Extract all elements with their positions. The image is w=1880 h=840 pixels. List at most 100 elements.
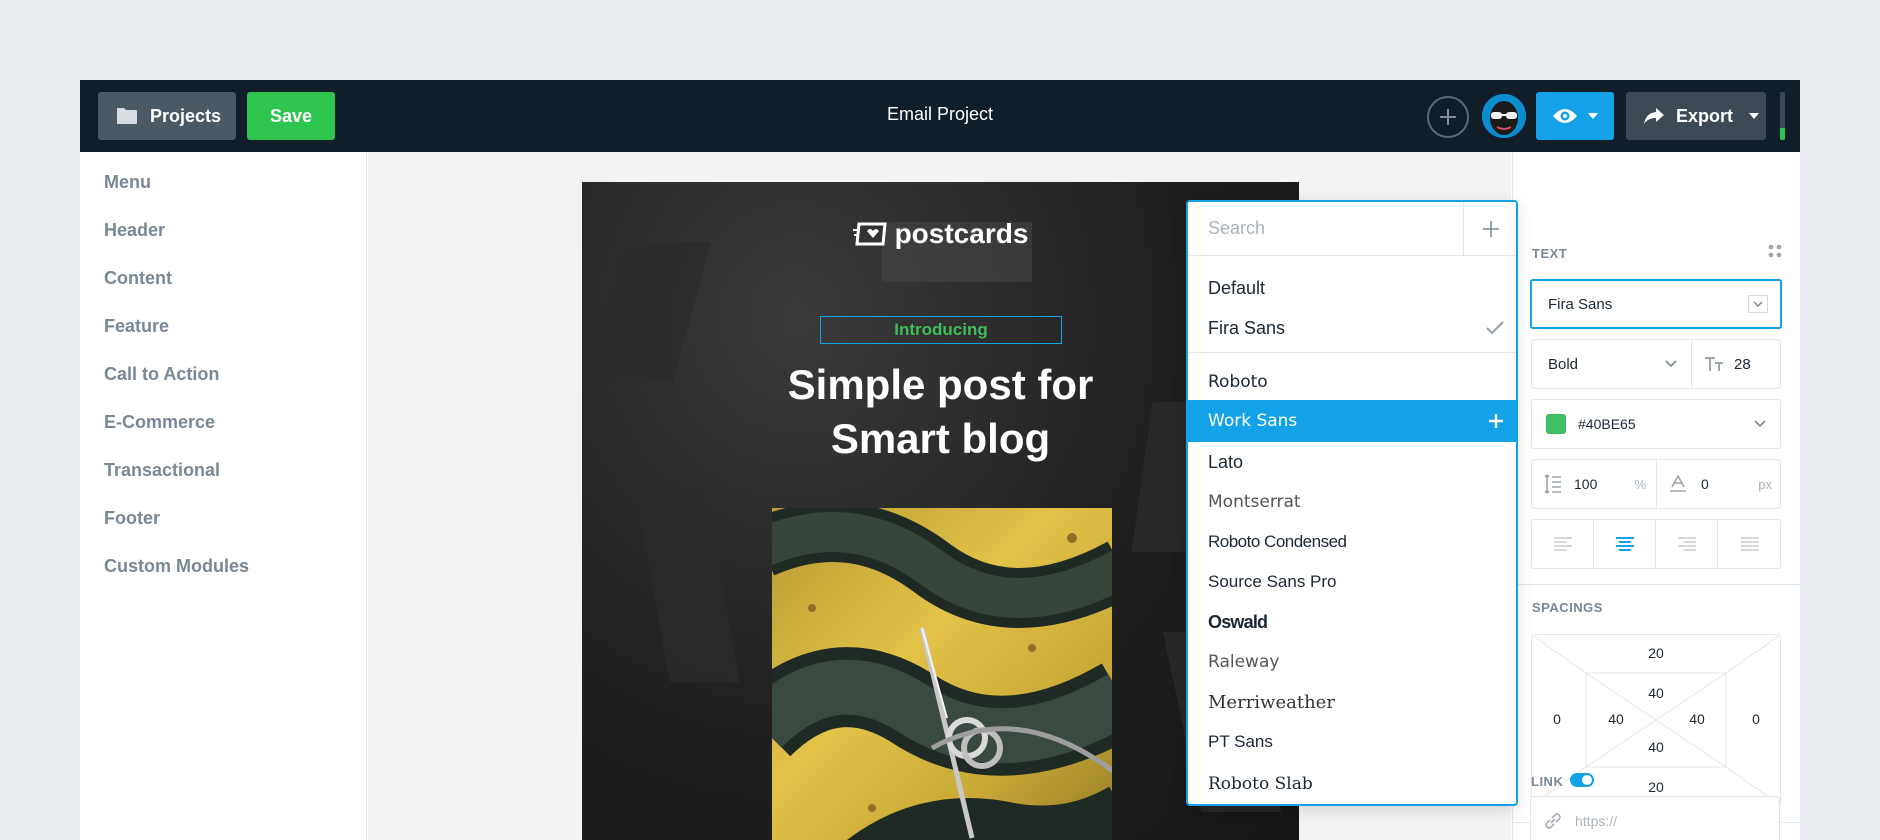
font-option-roboto[interactable]: Roboto <box>1188 362 1516 402</box>
email-editor-app: Projects Save Email Project Export Menu … <box>80 80 1800 840</box>
text-section-label: TEXT <box>1532 246 1568 261</box>
link-url-field[interactable]: https:// <box>1530 796 1780 840</box>
font-option-default[interactable]: Default <box>1188 268 1516 308</box>
font-weight-size-group: Bold 28 <box>1531 339 1781 389</box>
font-option-lato[interactable]: Lato <box>1188 442 1516 482</box>
add-collaborator-button[interactable] <box>1427 96 1469 138</box>
status-progress-fill <box>1780 128 1785 140</box>
font-size-value: 28 <box>1734 355 1751 373</box>
preview-button[interactable] <box>1536 92 1614 140</box>
font-search-input[interactable] <box>1188 202 1463 255</box>
font-size-input[interactable]: 28 <box>1692 340 1782 388</box>
sidebar-item-call-to-action[interactable]: Call to Action <box>104 364 219 385</box>
avatar-image <box>1482 94 1526 138</box>
dropdown-divider <box>1188 352 1516 353</box>
font-weight-select[interactable]: Bold <box>1532 340 1692 388</box>
align-center-icon <box>1615 537 1634 551</box>
export-button[interactable]: Export <box>1626 92 1766 140</box>
text-color-value: #40BE65 <box>1578 416 1636 432</box>
margin-top-value[interactable]: 20 <box>1636 645 1676 661</box>
color-swatch <box>1546 414 1566 434</box>
padding-left-value[interactable]: 40 <box>1596 711 1636 727</box>
font-option-label: Work Sans <box>1208 411 1298 431</box>
link-url-placeholder: https:// <box>1575 813 1618 829</box>
user-avatar[interactable] <box>1482 94 1526 138</box>
email-hero-image[interactable] <box>772 508 1112 840</box>
font-family-select[interactable]: Fira Sans <box>1530 279 1782 329</box>
line-height-unit: % <box>1634 476 1646 492</box>
font-option-roboto-slab[interactable]: Roboto Slab <box>1188 764 1516 804</box>
sidebar-item-feature[interactable]: Feature <box>104 316 169 337</box>
modules-sidebar: Menu Header Content Feature Call to Acti… <box>80 152 367 840</box>
add-font-button[interactable] <box>1464 202 1516 256</box>
align-left-icon <box>1553 537 1572 551</box>
margin-left-value[interactable]: 0 <box>1537 711 1577 727</box>
padding-top-value[interactable]: 40 <box>1636 685 1676 701</box>
font-option-fira-sans[interactable]: Fira Sans <box>1188 308 1516 348</box>
font-family-dropdown: Default Fira Sans Roboto Work Sans Lato … <box>1186 200 1518 806</box>
align-right-icon <box>1677 537 1696 551</box>
font-search-field <box>1188 202 1464 256</box>
logo-text: postcards <box>894 218 1029 249</box>
sidebar-item-content[interactable]: Content <box>104 268 172 289</box>
properties-panel: TEXT Fira Sans Bold 28 #40BE65 100 % 0 p… <box>1512 152 1800 840</box>
introducing-text-block[interactable]: Introducing <box>820 316 1062 344</box>
spacing-box-model: 20 0 0 20 40 40 40 40 <box>1531 634 1781 806</box>
sidebar-item-header[interactable]: Header <box>104 220 165 241</box>
link-section-label: LINK <box>1531 774 1564 789</box>
chevron-down-icon <box>1748 295 1768 313</box>
font-option-oswald[interactable]: Oswald <box>1188 602 1516 642</box>
line-height-value: 100 <box>1574 476 1598 492</box>
sidebar-item-transactional[interactable]: Transactional <box>104 460 220 481</box>
font-option-roboto-condensed[interactable]: Roboto Condensed <box>1188 522 1516 562</box>
letter-spacing-unit: px <box>1758 476 1772 492</box>
font-option-work-sans[interactable]: Work Sans <box>1188 400 1516 442</box>
padding-bottom-value[interactable]: 40 <box>1636 739 1676 755</box>
font-option-raleway[interactable]: Raleway <box>1188 642 1516 682</box>
postcard-logo-icon <box>852 222 887 246</box>
eye-icon <box>1553 109 1577 123</box>
background-rock <box>634 482 740 682</box>
sidebar-item-custom-modules[interactable]: Custom Modules <box>104 556 249 577</box>
plus-icon <box>1489 414 1503 428</box>
checkmark-icon <box>1486 321 1504 335</box>
caret-down-icon <box>1749 113 1760 119</box>
font-option-label: Fira Sans <box>1208 317 1286 338</box>
spacings-section-label: SPACINGS <box>1532 600 1603 615</box>
padding-right-value[interactable]: 40 <box>1677 711 1717 727</box>
plus-icon <box>1440 109 1456 125</box>
font-option-montserrat[interactable]: Montserrat <box>1188 482 1516 522</box>
sidebar-item-menu[interactable]: Menu <box>104 172 151 193</box>
font-size-icon <box>1705 357 1723 371</box>
align-right-button[interactable] <box>1656 520 1718 568</box>
line-height-icon <box>1544 474 1561 494</box>
letter-spacing-input[interactable]: 0 px <box>1657 460 1782 508</box>
section-divider <box>1513 584 1800 585</box>
text-color-picker[interactable]: #40BE65 <box>1531 399 1781 449</box>
chevron-down-icon <box>1665 360 1677 368</box>
drag-handle-icon[interactable] <box>1768 244 1782 258</box>
caret-down-icon <box>1588 113 1598 119</box>
margin-bottom-value[interactable]: 20 <box>1636 779 1676 795</box>
status-progress-bar <box>1780 92 1785 140</box>
export-label: Export <box>1676 105 1734 126</box>
letter-spacing-icon <box>1670 475 1686 492</box>
align-left-button[interactable] <box>1532 520 1594 568</box>
font-option-merriweather[interactable]: Merriweather <box>1188 682 1516 722</box>
link-toggle[interactable] <box>1570 773 1594 787</box>
snake-barbed-wire-image <box>772 508 1112 840</box>
sidebar-item-footer[interactable]: Footer <box>104 508 160 529</box>
chevron-down-icon <box>1754 420 1766 428</box>
align-center-button[interactable] <box>1594 520 1656 568</box>
font-weight-value: Bold <box>1548 355 1579 373</box>
font-option-source-sans-pro[interactable]: Source Sans Pro <box>1188 562 1516 602</box>
text-align-group <box>1531 519 1781 569</box>
sidebar-item-e-commerce[interactable]: E-Commerce <box>104 412 215 433</box>
top-bar: Projects Save Email Project Export <box>80 80 1800 152</box>
align-justify-button[interactable] <box>1718 520 1782 568</box>
line-height-input[interactable]: 100 % <box>1532 460 1657 508</box>
font-option-pt-sans[interactable]: PT Sans <box>1188 722 1516 762</box>
font-family-value: Fira Sans <box>1548 295 1613 313</box>
letter-spacing-value: 0 <box>1701 476 1709 492</box>
margin-right-value[interactable]: 0 <box>1736 711 1776 727</box>
